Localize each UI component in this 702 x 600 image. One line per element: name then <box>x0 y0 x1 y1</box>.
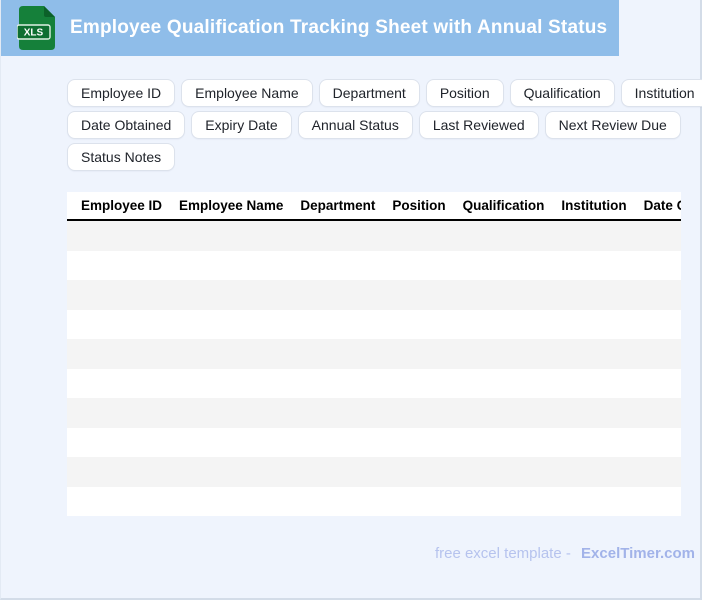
footer-text: free excel template - <box>435 545 571 562</box>
table-row <box>67 428 681 458</box>
page-title: Employee Qualification Tracking Sheet wi… <box>70 17 607 39</box>
chip-employee-name[interactable]: Employee Name <box>181 79 313 107</box>
table-row <box>67 251 681 281</box>
table-row <box>67 221 681 251</box>
chip-annual-status[interactable]: Annual Status <box>298 111 413 139</box>
chip-row-3: Status Notes <box>67 143 699 171</box>
chip-last-reviewed[interactable]: Last Reviewed <box>419 111 539 139</box>
table-row <box>67 310 681 340</box>
chip-institution[interactable]: Institution <box>621 79 702 107</box>
column-header-department: Department <box>300 198 375 213</box>
table-header-row: Employee ID Employee Name Department Pos… <box>67 192 681 221</box>
column-header-position: Position <box>392 198 445 213</box>
header-bar: XLS Employee Qualification Tracking Shee… <box>1 0 619 56</box>
qualification-table: Employee ID Employee Name Department Pos… <box>67 192 681 516</box>
footer: free excel template - ExcelTimer.com <box>1 545 695 562</box>
table-row <box>67 457 681 487</box>
column-header-employee-name: Employee Name <box>179 198 283 213</box>
chip-position[interactable]: Position <box>426 79 504 107</box>
column-header-institution: Institution <box>561 198 626 213</box>
chip-row-1: Employee ID Employee Name Department Pos… <box>67 79 699 107</box>
column-header-employee-id: Employee ID <box>81 198 162 213</box>
table-row <box>67 339 681 369</box>
xls-file-icon: XLS <box>17 6 55 50</box>
chip-department[interactable]: Department <box>319 79 420 107</box>
chip-expiry-date[interactable]: Expiry Date <box>191 111 291 139</box>
table-row <box>67 487 681 517</box>
chip-status-notes[interactable]: Status Notes <box>67 143 175 171</box>
column-header-date-obtained: Date Obtained <box>644 198 681 213</box>
chip-qualification[interactable]: Qualification <box>510 79 615 107</box>
field-chips-area: Employee ID Employee Name Department Pos… <box>67 79 699 171</box>
chip-employee-id[interactable]: Employee ID <box>67 79 175 107</box>
table-row <box>67 369 681 399</box>
chip-date-obtained[interactable]: Date Obtained <box>67 111 185 139</box>
table-row <box>67 280 681 310</box>
footer-brand-link[interactable]: ExcelTimer.com <box>581 545 695 562</box>
chip-row-2: Date Obtained Expiry Date Annual Status … <box>67 111 699 139</box>
column-header-qualification: Qualification <box>463 198 545 213</box>
table-row <box>67 398 681 428</box>
chip-next-review-due[interactable]: Next Review Due <box>545 111 681 139</box>
xls-icon-label: XLS <box>24 28 44 39</box>
